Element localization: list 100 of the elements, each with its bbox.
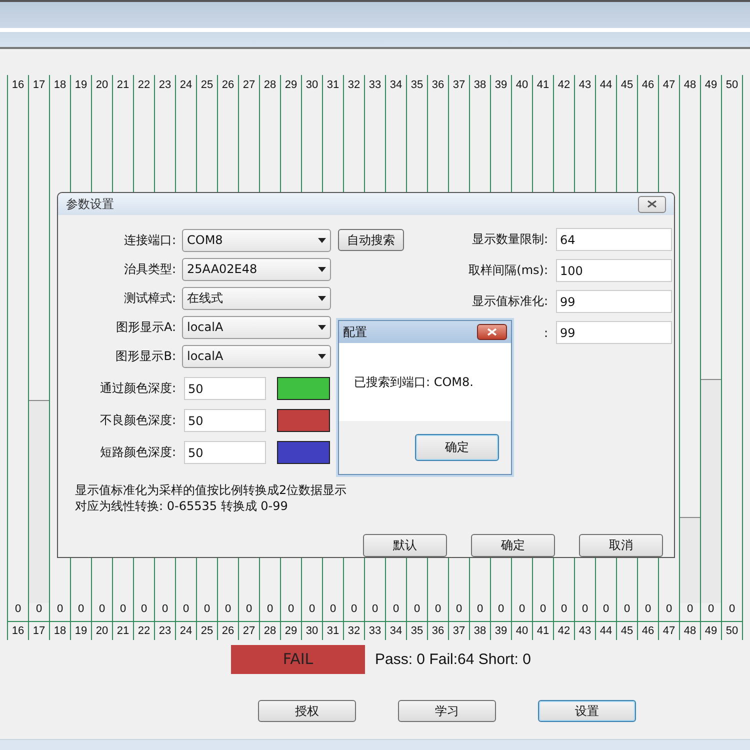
button[interactable]: 授权 — [258, 700, 356, 722]
field-label: 不良颜色深度: — [98, 412, 177, 429]
field-label: 图形显示B: — [114, 348, 177, 364]
close-button[interactable] — [477, 324, 507, 340]
column-label: 38 — [470, 75, 491, 95]
column-value: 0 — [302, 603, 323, 621]
column-value: 0 — [239, 603, 260, 621]
field-label: 治具类型: — [122, 260, 177, 278]
column-label: 19 — [71, 621, 92, 640]
column-value: 0 — [8, 603, 29, 621]
input-field[interactable]: 64 — [556, 228, 672, 251]
column-label: 33 — [365, 75, 386, 95]
column-label: 21 — [113, 75, 134, 95]
column-label: 30 — [302, 621, 323, 640]
dropdown[interactable]: 在线式 — [182, 286, 331, 310]
field-label: 通过颜色深度: — [98, 380, 177, 397]
dropdown[interactable]: localA — [182, 344, 331, 368]
column-label: 17 — [29, 621, 50, 640]
input-field[interactable]: 99 — [556, 321, 672, 344]
column-label: 20 — [92, 621, 113, 640]
button[interactable]: 确定 — [471, 534, 555, 557]
field-label: : — [544, 326, 549, 340]
column-value: 0 — [50, 603, 71, 621]
column-value: 0 — [155, 603, 176, 621]
dropdown[interactable]: 25AA02E48 — [182, 258, 331, 280]
column-label: 40 — [512, 75, 533, 95]
color-swatch[interactable] — [277, 441, 330, 464]
column-label: 26 — [218, 621, 239, 640]
column-value: 0 — [113, 603, 134, 621]
caret-icon — [318, 238, 326, 242]
column-label: 34 — [386, 75, 407, 95]
column-value: 0 — [365, 603, 386, 621]
button[interactable]: 设置 — [538, 700, 636, 722]
close-button[interactable] — [638, 196, 666, 212]
column-label: 31 — [323, 75, 344, 95]
color-swatch[interactable] — [277, 377, 330, 400]
caret-icon — [318, 296, 326, 300]
column-label: 44 — [596, 75, 617, 95]
input-field[interactable]: 50 — [184, 409, 266, 432]
column-label: 37 — [449, 75, 470, 95]
column-label: 47 — [659, 621, 680, 640]
column-value: 0 — [470, 603, 491, 621]
column-value: 0 — [449, 603, 470, 621]
column-value: 0 — [512, 603, 533, 621]
input-field[interactable]: 100 — [556, 259, 672, 282]
close-icon — [647, 200, 657, 208]
input-field[interactable]: 50 — [184, 377, 266, 400]
column-value: 0 — [218, 603, 239, 621]
column-value: 0 — [554, 603, 575, 621]
dialog-title: 配置 — [343, 324, 367, 340]
dropdown[interactable]: COM8 — [182, 228, 331, 252]
column-label: 50 — [722, 75, 743, 95]
column-label: 27 — [239, 75, 260, 95]
column-label: 21 — [113, 621, 134, 640]
column-label: 24 — [176, 75, 197, 95]
column-label: 48 — [680, 621, 701, 640]
column-value: 0 — [680, 603, 701, 621]
column-value: 0 — [323, 603, 344, 621]
ok-button[interactable]: 确定 — [415, 434, 499, 461]
column-label: 22 — [134, 75, 155, 95]
column-label: 42 — [554, 75, 575, 95]
column-label: 20 — [92, 75, 113, 95]
input-field[interactable]: 99 — [556, 290, 672, 313]
column-label: 41 — [533, 621, 554, 640]
caret-icon — [318, 354, 326, 358]
field-label: 短路颜色深度: — [98, 444, 177, 461]
search-button[interactable]: 自动搜索 — [338, 229, 404, 251]
column-label: 46 — [638, 621, 659, 640]
column-label: 45 — [617, 621, 638, 640]
column-label: 18 — [50, 621, 71, 640]
input-field[interactable]: 50 — [184, 441, 266, 464]
column-label: 37 — [449, 621, 470, 640]
field-label: 连接端口: — [122, 232, 177, 248]
dialog-title: 参数设置 — [66, 196, 114, 212]
caret-icon — [318, 266, 326, 272]
column-label: 27 — [239, 621, 260, 640]
column-label: 39 — [491, 75, 512, 95]
column-value: 0 — [722, 603, 743, 621]
button[interactable]: 默认 — [363, 534, 447, 557]
column-label: 23 — [155, 75, 176, 95]
column-label: 39 — [491, 621, 512, 640]
column-value: 0 — [176, 603, 197, 621]
dropdown[interactable]: localA — [182, 316, 331, 338]
column-value: 0 — [575, 603, 596, 621]
column-label: 34 — [386, 621, 407, 640]
column-label: 33 — [365, 621, 386, 640]
column-label: 31 — [323, 621, 344, 640]
column-label: 22 — [134, 621, 155, 640]
column-label: 36 — [428, 621, 449, 640]
color-swatch[interactable] — [277, 409, 330, 432]
column-value: 0 — [659, 603, 680, 621]
column-value: 0 — [71, 603, 92, 621]
column-value: 0 — [533, 603, 554, 621]
column-label: 41 — [533, 75, 554, 95]
column-label: 43 — [575, 75, 596, 95]
button[interactable]: 学习 — [398, 700, 496, 722]
test-summary: Pass: 0 Fail:64 Short: 0 — [375, 650, 531, 668]
message-text: 已搜索到端口: COM8. — [354, 374, 474, 390]
button[interactable]: 取消 — [579, 534, 663, 557]
column-label: 24 — [176, 621, 197, 640]
